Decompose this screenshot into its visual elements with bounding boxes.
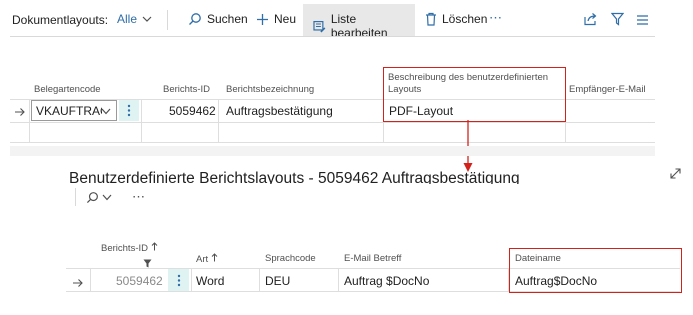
edit-list-icon: [313, 20, 326, 32]
chevron-down-icon: [101, 108, 111, 115]
filter-dropdown[interactable]: Alle: [117, 12, 152, 26]
row-actions-button[interactable]: [119, 100, 139, 121]
panel-berichts-id-value: 5059462: [116, 274, 163, 288]
sort-ascending-icon: [151, 242, 157, 251]
more-actions-button[interactable]: ⋯: [489, 10, 502, 26]
page-title: Dokumentlayouts:: [12, 13, 109, 27]
toolbar-bottom-border: [10, 36, 655, 37]
search-icon: [86, 192, 98, 204]
highlight-box-beschreibung: [383, 67, 566, 122]
plus-icon: [257, 13, 268, 25]
col-header-berichts-id[interactable]: Berichts-ID: [163, 84, 210, 95]
search-icon: [189, 13, 201, 25]
row-empty-line: [10, 142, 655, 143]
list-view-icon[interactable]: [636, 13, 649, 31]
new-button[interactable]: Neu: [256, 12, 296, 26]
col-divider: [141, 99, 142, 143]
delete-label: Löschen: [442, 12, 488, 26]
col-divider: [90, 268, 91, 292]
filter-label: Alle: [117, 12, 138, 26]
panel-title-text: Benutzerdefinierte Berichtslayouts - 505…: [69, 170, 520, 184]
berichts-id-value[interactable]: 5059462: [169, 104, 216, 118]
column-filter-icon: [143, 255, 152, 273]
row-bottom-line: [10, 122, 655, 123]
email-betreff-value[interactable]: Auftrag $DocNo: [344, 274, 429, 288]
col-header-art[interactable]: Art: [196, 253, 218, 265]
col-header-belegartencode[interactable]: Belegartencode: [34, 84, 101, 95]
search-button[interactable]: Suchen: [188, 12, 248, 26]
col-divider: [29, 99, 30, 143]
new-label: Neu: [274, 12, 297, 26]
row-selector-arrow-icon[interactable]: [14, 104, 26, 122]
expand-icon[interactable]: [669, 167, 682, 185]
trash-icon: [426, 12, 436, 26]
col-header-email-betreff[interactable]: E-Mail Betreff: [344, 253, 401, 264]
panel-search-button[interactable]: [86, 191, 112, 204]
col-header-berichtsbezeichnung[interactable]: Berichtsbezeichnung: [226, 84, 314, 95]
col-header-art-label: Art: [196, 254, 209, 265]
panel-row-actions-button[interactable]: [168, 269, 189, 291]
panel-more-button[interactable]: ⋯: [132, 189, 145, 205]
col-header-empfaenger-email[interactable]: Empfänger-E-Mail: [569, 84, 646, 95]
col-divider: [191, 268, 192, 292]
sort-ascending-icon: [211, 253, 218, 262]
col-header-sprachcode[interactable]: Sprachcode: [265, 253, 316, 264]
share-icon[interactable]: [583, 12, 598, 31]
panel-toolbar-divider: [75, 188, 76, 206]
belegartencode-value: VKAUFTRAG: [36, 104, 102, 118]
vertical-ellipsis-icon: [177, 274, 180, 286]
col-divider: [338, 268, 339, 292]
belegartencode-select[interactable]: VKAUFTRAG: [31, 100, 117, 121]
sprachcode-value[interactable]: DEU: [265, 274, 290, 288]
highlight-box-dateiname: [509, 248, 682, 293]
edit-list-button[interactable]: Liste bearbeiten: [303, 4, 415, 40]
delete-button[interactable]: Löschen: [425, 12, 487, 26]
col-divider: [218, 99, 219, 143]
panel-separator: [10, 146, 655, 156]
toolbar-divider: [167, 10, 168, 30]
col-divider: [259, 268, 260, 292]
panel-title: Benutzerdefinierte Berichtslayouts - 505…: [69, 170, 520, 184]
search-label: Suchen: [207, 12, 248, 26]
col-header-berichts-id[interactable]: Berichts-ID: [101, 242, 158, 254]
vertical-ellipsis-icon: [127, 104, 131, 117]
row-selector-arrow-icon[interactable]: [72, 275, 84, 293]
art-value[interactable]: Word: [196, 274, 224, 288]
col-header-berichts-id-label: Berichts-ID: [101, 243, 148, 254]
filter-icon[interactable]: [610, 12, 625, 31]
chevron-down-icon: [142, 16, 152, 22]
berichtsbezeichnung-value[interactable]: Auftragsbestätigung: [226, 104, 333, 118]
chevron-down-icon: [102, 194, 112, 201]
